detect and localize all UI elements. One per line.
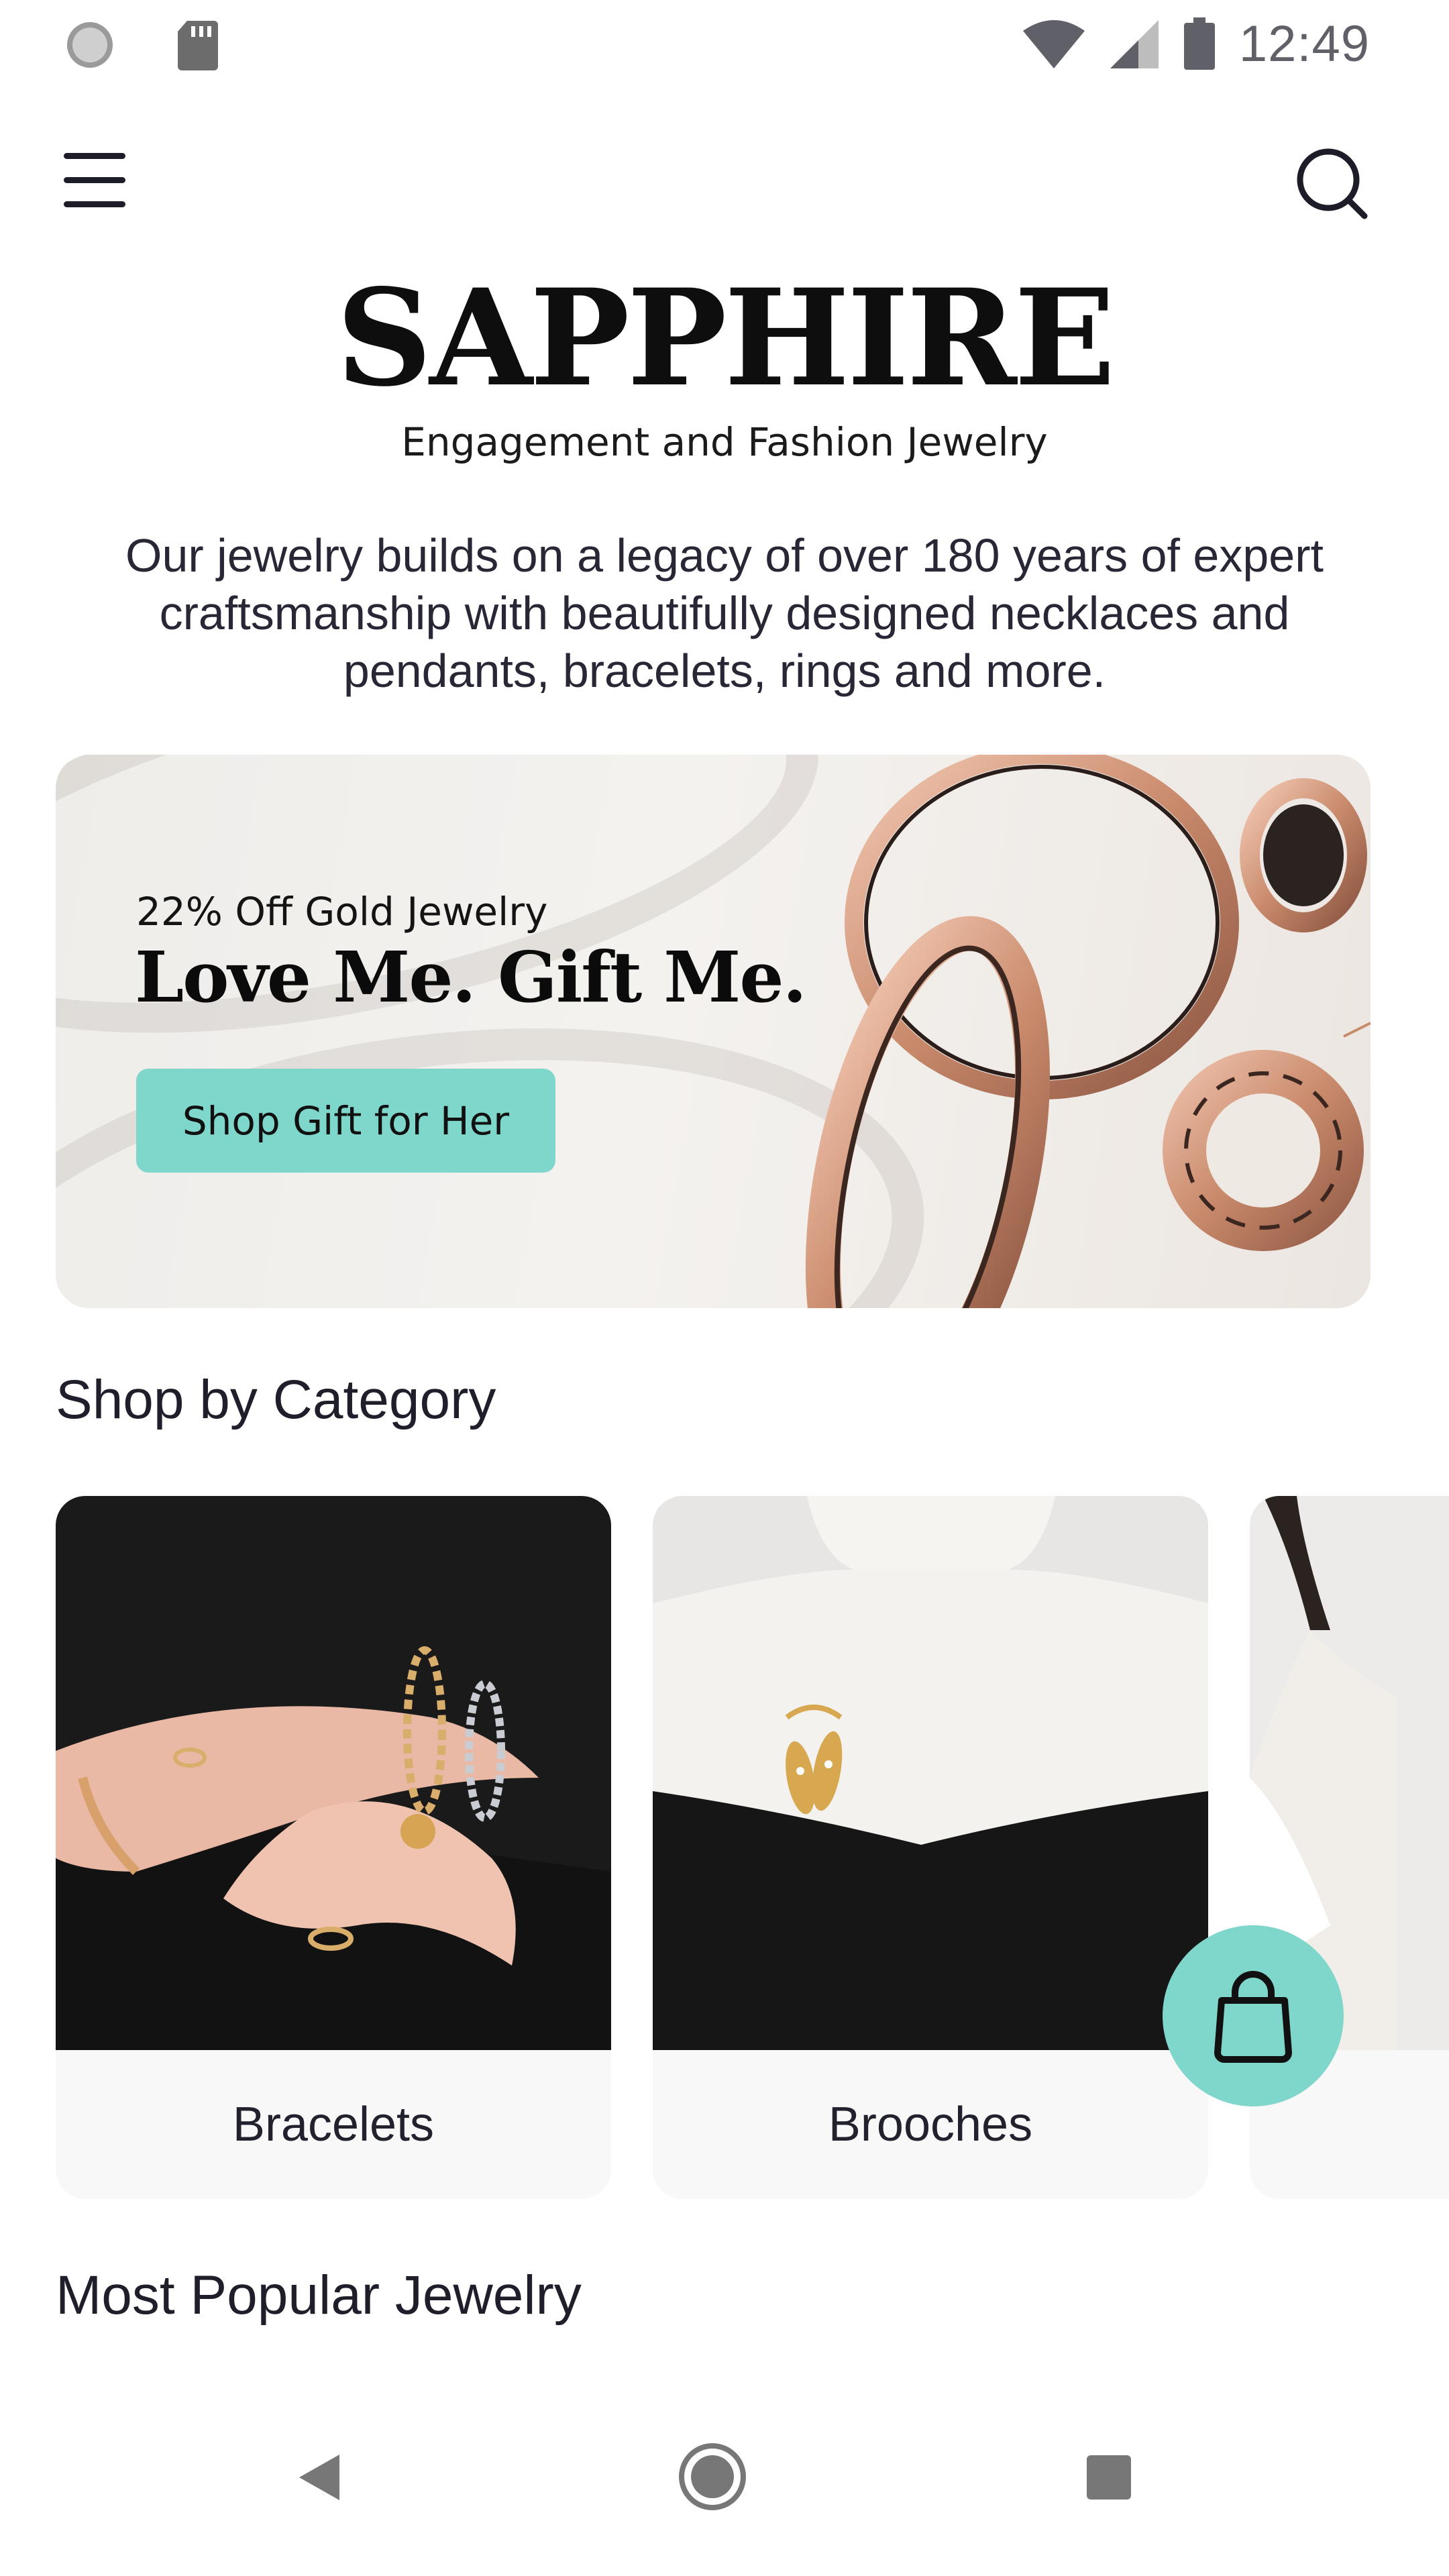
record-icon	[67, 22, 113, 68]
brand-logo: SAPPHIRE Engagement and Fashion Jewelry	[0, 260, 1449, 466]
shopping-bag-button[interactable]	[1163, 1925, 1344, 2106]
shopping-bag-icon	[1214, 1971, 1292, 2063]
category-label: Brooches	[828, 2098, 1033, 2151]
status-time: 12:49	[1238, 15, 1370, 72]
status-bar: 12:49	[0, 0, 1449, 87]
banner-subtitle: 22% Off Gold Jewelry	[136, 889, 548, 934]
category-label: Bracelets	[232, 2098, 435, 2151]
search-icon[interactable]	[1295, 146, 1368, 220]
hamburger-menu-icon[interactable]	[64, 153, 131, 213]
wifi-icon	[1022, 19, 1085, 68]
recents-icon[interactable]	[1087, 2455, 1131, 2500]
system-nav-bar	[0, 2388, 1449, 2576]
banner-title: Love Me. Gift Me.	[135, 936, 807, 1018]
category-section-title: Shop by Category	[56, 1369, 496, 1430]
popular-section-title: Most Popular Jewelry	[56, 2265, 582, 2326]
intro-text: Our jewelry builds on a legacy of over 1…	[125, 529, 1324, 697]
promo-banner[interactable]: 22% Off Gold Jewelry Love Me. Gift Me. S…	[56, 755, 1371, 1308]
signal-icon	[1110, 19, 1159, 68]
brand-name: SAPPHIRE	[336, 260, 1116, 416]
brand-tagline: Engagement and Fashion Jewelry	[401, 419, 1048, 465]
home-icon[interactable]	[678, 2442, 747, 2512]
sd-card-icon	[178, 21, 218, 70]
category-card-bracelets[interactable]: Bracelets	[56, 1496, 611, 2199]
back-icon[interactable]	[295, 2452, 342, 2503]
brooches-image	[653, 1496, 1208, 2050]
battery-icon	[1183, 17, 1215, 70]
bracelets-image	[56, 1496, 611, 2050]
jewelry-image	[805, 755, 1371, 1308]
shop-gift-button[interactable]: Shop Gift for Her	[136, 1069, 555, 1173]
category-card-brooches[interactable]: Brooches	[653, 1496, 1208, 2199]
